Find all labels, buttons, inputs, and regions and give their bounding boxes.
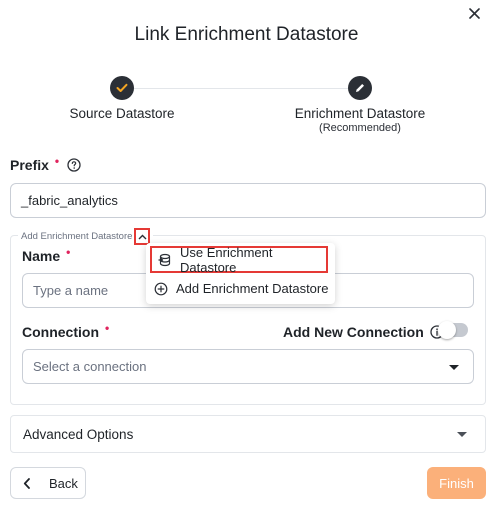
required-indicator: •: [54, 154, 60, 168]
menu-item-use-enrichment-datastore[interactable]: Use Enrichment Datastore: [150, 244, 328, 275]
required-indicator: •: [105, 321, 110, 335]
name-label: Name •: [22, 245, 71, 264]
prefix-input[interactable]: _fabric_analytics: [10, 183, 486, 218]
database-link-icon: [158, 253, 172, 267]
chevron-up-icon: [138, 234, 147, 239]
datastore-options-menu: Use Enrichment Datastore Add Enrichment …: [146, 243, 335, 304]
required-indicator: •: [66, 245, 71, 259]
advanced-options-accordion[interactable]: Advanced Options: [10, 415, 486, 453]
plus-circle-icon: [154, 282, 168, 296]
connection-label-text: Connection: [22, 324, 99, 340]
enrichment-section-legend: Add Enrichment Datastore: [18, 228, 154, 245]
connection-placeholder: Select a connection: [33, 359, 147, 374]
prefix-label: Prefix •: [10, 154, 81, 173]
pencil-icon: [356, 84, 364, 92]
add-new-connection-label: Add New Connection: [283, 324, 444, 340]
toggle-knob: [438, 321, 456, 339]
connection-select[interactable]: Select a connection: [22, 349, 474, 384]
back-button-label: Back: [49, 475, 78, 491]
step-enrichment-indicator: [348, 76, 372, 100]
step-enrichment-sublabel: (Recommended): [319, 122, 401, 134]
step-enrichment-label: Enrichment Datastore: [294, 106, 426, 121]
close-icon: [468, 7, 480, 19]
caret-down-icon: [457, 432, 467, 437]
add-new-connection-toggle[interactable]: [438, 321, 468, 339]
menu-item-label: Add Enrichment Datastore: [176, 281, 329, 296]
step-source-label: Source Datastore: [69, 106, 175, 121]
chevron-left-icon: [23, 477, 30, 489]
connection-label: Connection •: [22, 321, 110, 340]
prefix-label-text: Prefix: [10, 157, 49, 173]
menu-item-label: Use Enrichment Datastore: [180, 244, 273, 275]
name-placeholder: Type a name: [33, 283, 109, 298]
dialog-title: Link Enrichment Datastore: [134, 24, 359, 45]
enrichment-section-legend-text: Add Enrichment Datastore: [21, 231, 133, 242]
caret-down-icon: [449, 365, 459, 370]
menu-item-add-enrichment-datastore[interactable]: Add Enrichment Datastore: [146, 274, 335, 303]
check-icon: [116, 83, 128, 92]
step-source-indicator: [110, 76, 134, 100]
add-new-connection-text: Add New Connection: [283, 324, 424, 340]
name-label-text: Name: [22, 248, 61, 264]
advanced-options-label: Advanced Options: [23, 426, 134, 442]
stepper-connector: [134, 88, 348, 89]
close-button[interactable]: [465, 4, 483, 22]
help-circle-icon[interactable]: [67, 158, 81, 172]
back-button[interactable]: Back: [10, 467, 86, 499]
finish-button[interactable]: Finish: [427, 467, 486, 499]
